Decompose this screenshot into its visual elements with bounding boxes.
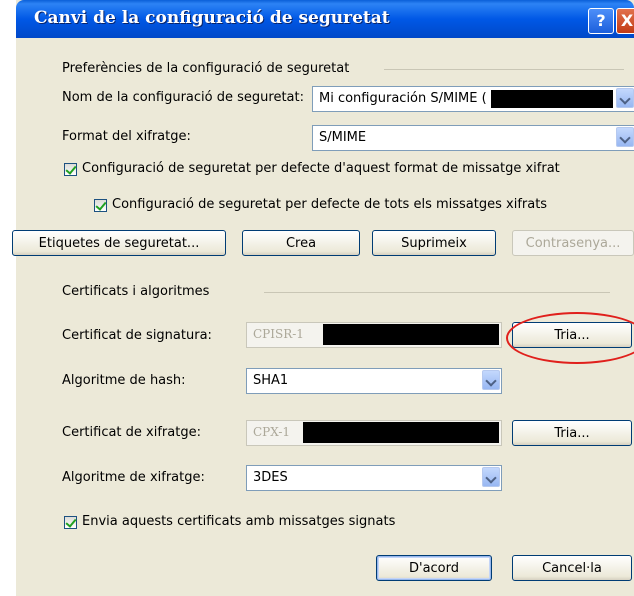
preferences-group-label: Preferències de la configuració de segur…: [62, 61, 350, 76]
group-divider: [384, 69, 624, 70]
chevron-down-icon[interactable]: [482, 467, 500, 487]
format-label: Format del xifratge:: [62, 129, 191, 144]
security-setting-name-label: Nom de la configuració de seguretat:: [62, 90, 304, 105]
close-button[interactable]: X: [616, 8, 634, 34]
chevron-down-icon[interactable]: [616, 88, 634, 108]
send-certificates-checkbox[interactable]: [64, 516, 77, 529]
encryption-algorithm-dropdown[interactable]: 3DES: [246, 465, 502, 491]
cancel-button[interactable]: Cancel·la: [512, 555, 632, 581]
redacted-block: [491, 90, 613, 108]
chevron-down-icon[interactable]: [482, 370, 500, 390]
default-all-checkbox-label: Configuració de seguretat per defecte de…: [112, 197, 548, 212]
format-dropdown[interactable]: S/MIME: [312, 125, 634, 151]
title-bar[interactable]: Canvi de la configuració de seguretat ? …: [16, 0, 634, 38]
default-all-checkbox[interactable]: [94, 199, 107, 212]
signing-certificate-field: CPISR-1: [246, 322, 502, 348]
ok-button[interactable]: D'acord: [376, 555, 492, 581]
encryption-certificate-field: CPX-1: [246, 420, 502, 446]
group-divider: [264, 292, 610, 293]
window-title: Canvi de la configuració de seguretat: [34, 8, 390, 28]
encryption-certificate-value: CPX-1: [253, 425, 291, 439]
delete-button[interactable]: Suprimeix: [372, 230, 496, 256]
redacted-block: [303, 422, 499, 443]
security-settings-dialog: Canvi de la configuració de seguretat ? …: [12, 0, 634, 596]
hash-algorithm-label: Algoritme de hash:: [62, 373, 186, 388]
send-certificates-checkbox-label: Envia aquests certificats amb missatges …: [82, 514, 396, 529]
encryption-algorithm-label: Algoritme de xifratge:: [62, 470, 205, 485]
redacted-block: [323, 324, 499, 345]
encryption-choose-button[interactable]: Tria...: [512, 420, 632, 446]
default-format-checkbox-label: Configuració de seguretat per defecte d'…: [82, 161, 560, 176]
security-setting-name-value: Mi configuración S/MIME (: [319, 91, 487, 106]
certificates-group-label: Certificats i algoritmes: [62, 284, 210, 299]
default-format-checkbox[interactable]: [64, 163, 77, 176]
security-setting-name-dropdown[interactable]: Mi configuración S/MIME (: [312, 86, 634, 112]
highlight-annotation: [506, 312, 634, 364]
signing-certificate-value: CPISR-1: [253, 327, 304, 341]
create-button[interactable]: Crea: [242, 230, 360, 256]
hash-algorithm-dropdown[interactable]: SHA1: [246, 368, 502, 394]
help-button[interactable]: ?: [588, 8, 614, 34]
password-button[interactable]: Contrasenya...: [512, 230, 634, 256]
encryption-algorithm-value: 3DES: [253, 470, 288, 485]
hash-algorithm-value: SHA1: [253, 373, 289, 388]
encryption-certificate-label: Certificat de xifratge:: [62, 425, 201, 440]
signing-certificate-label: Certificat de signatura:: [62, 328, 212, 343]
format-value: S/MIME: [319, 130, 367, 145]
chevron-down-icon[interactable]: [616, 127, 634, 147]
security-labels-button[interactable]: Etiquetes de seguretat...: [12, 230, 226, 256]
